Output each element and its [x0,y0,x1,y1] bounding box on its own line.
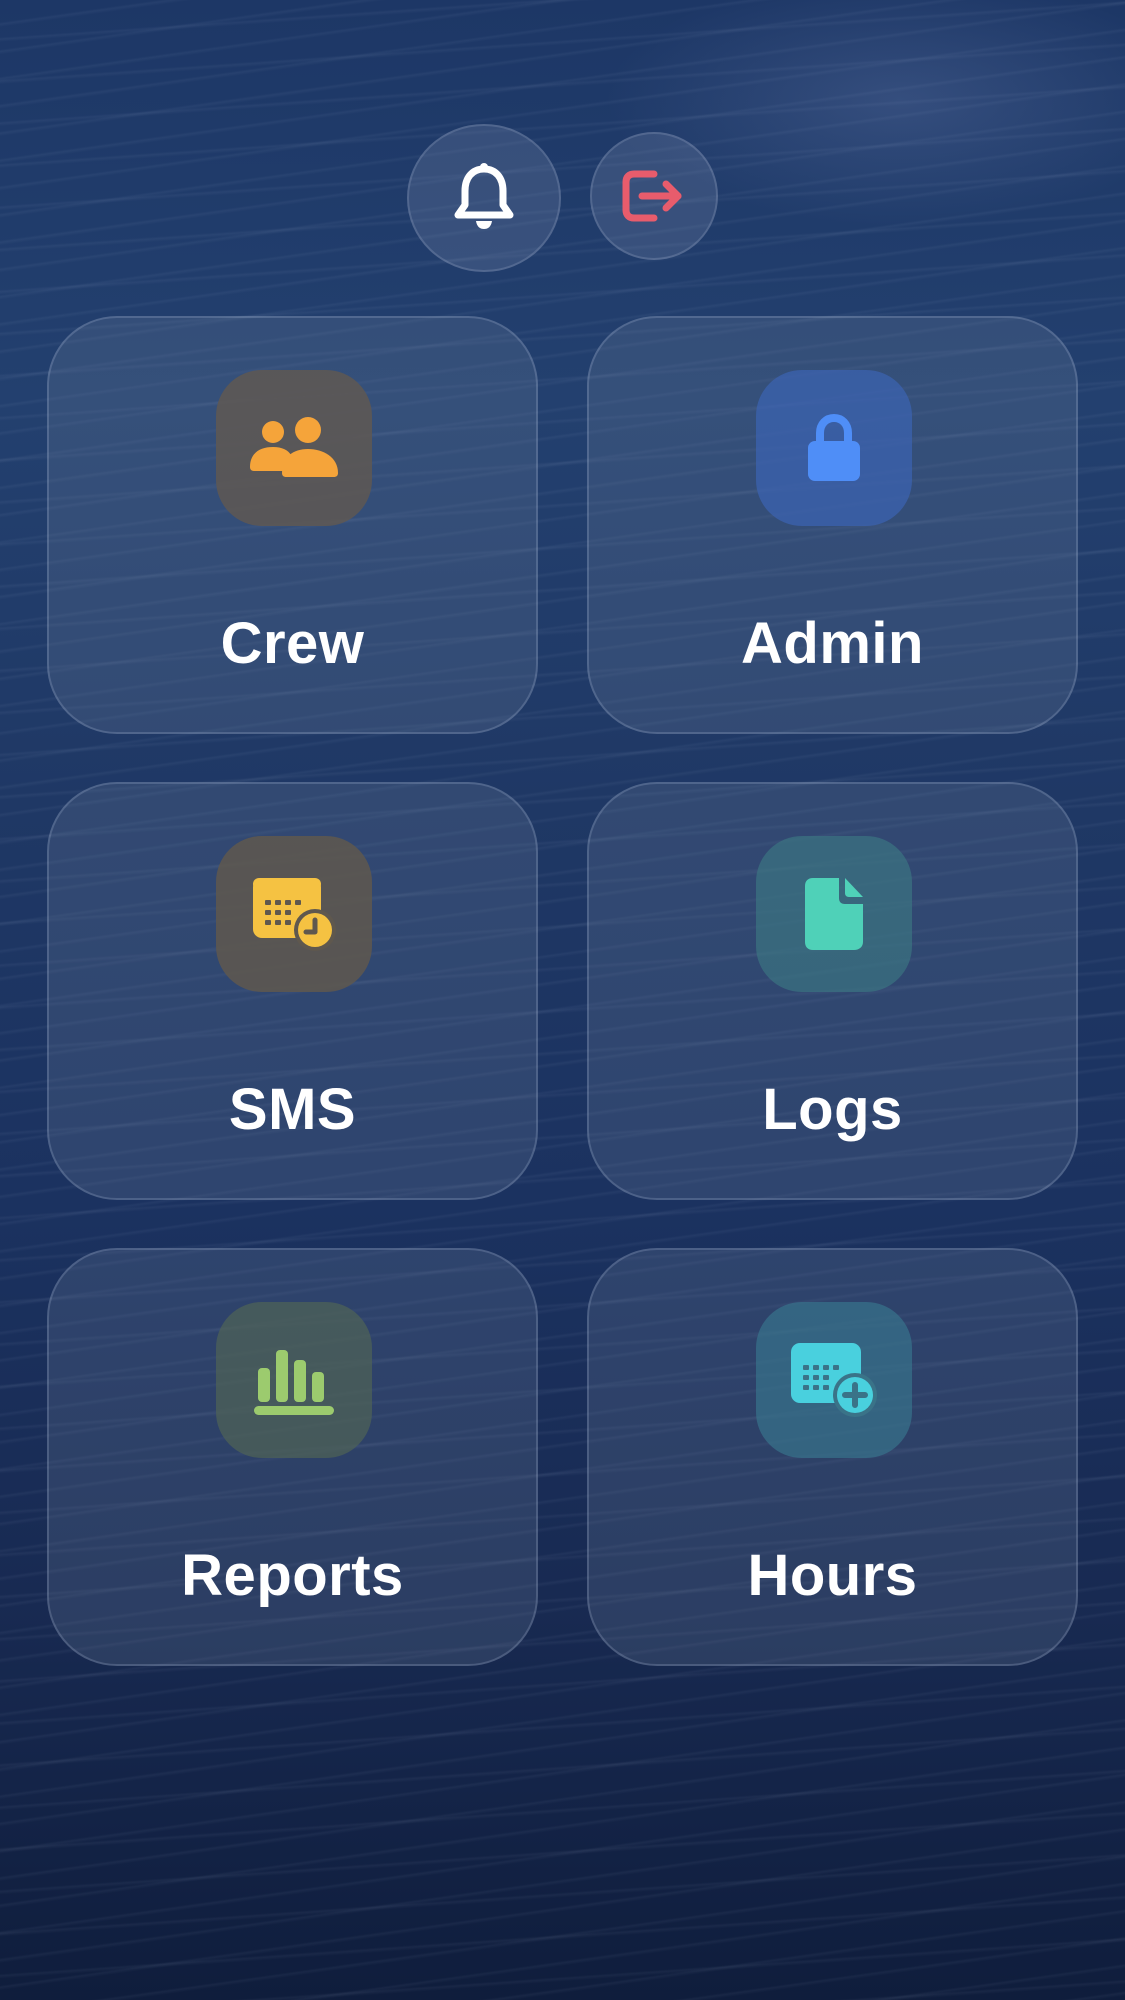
top-actions [0,122,1125,272]
tile-logs[interactable]: Logs [587,782,1078,1200]
tile-label: SMS [228,1077,357,1142]
tile-admin[interactable]: Admin [587,316,1078,734]
tile-label: Crew [220,611,365,676]
crew-icon-box [216,370,372,526]
bell-icon [454,163,514,229]
sms-icon-box [216,836,372,992]
tile-label: Reports [181,1543,404,1608]
bar-chart-icon [254,1350,334,1415]
logs-icon-box [756,836,912,992]
tile-label: Hours [747,1543,918,1608]
tile-reports[interactable]: Reports [47,1248,538,1666]
tile-crew[interactable]: Crew [47,316,538,734]
lock-icon [808,413,860,481]
tile-label: Logs [762,1077,903,1142]
tile-hours[interactable]: Hours [587,1248,1078,1666]
document-icon [805,878,863,950]
hours-icon-box [756,1302,912,1458]
reports-icon-box [216,1302,372,1458]
calendar-plus-icon [791,1343,877,1417]
logout-icon [622,170,682,222]
admin-icon-box [756,370,912,526]
logout-button[interactable] [590,132,718,260]
tile-label: Admin [741,611,924,676]
users-icon [250,417,338,477]
tile-sms[interactable]: SMS [47,782,538,1200]
calendar-clock-icon [253,878,336,951]
notifications-button[interactable] [407,124,561,272]
